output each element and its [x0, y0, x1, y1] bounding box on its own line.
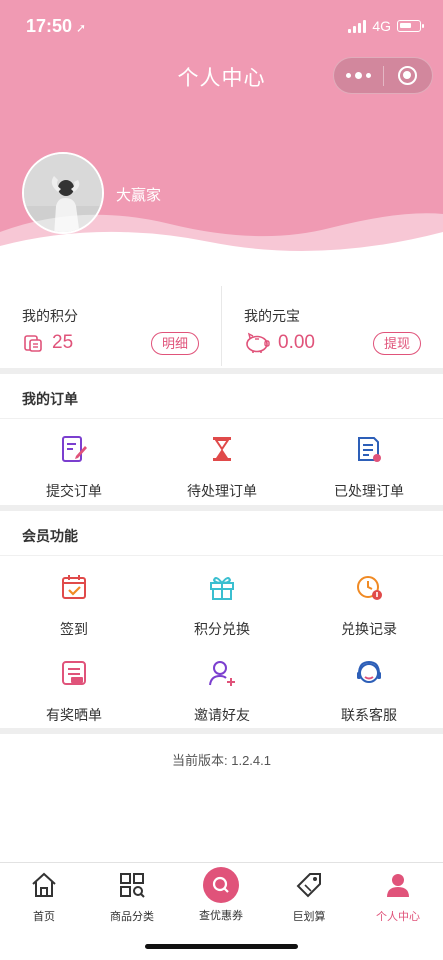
points-label: 我的积分: [22, 308, 78, 324]
close-miniprogram-button[interactable]: [384, 58, 432, 93]
orders-title-divider: [0, 418, 443, 419]
tab-profile[interactable]: 个人中心: [354, 871, 442, 924]
customer-service-icon: [357, 660, 381, 683]
tag-icon: [296, 873, 321, 898]
status-bar: 17:50 ➚ 4G: [0, 0, 443, 50]
assets-row: 我的积分 25 明细 我的元宝 0.00 提现: [0, 284, 443, 368]
category-icon: [120, 873, 145, 898]
section-gap: [0, 368, 443, 374]
points-detail-button[interactable]: 明细: [150, 332, 199, 355]
submit-order-label: 提交订单: [46, 483, 102, 499]
tab-deals-label: 巨划算: [292, 911, 326, 923]
app-version: 当前版本: 1.2.4.1: [172, 753, 271, 768]
yuanbao-value-row: 0.00: [244, 332, 315, 354]
signal-icon: [348, 19, 367, 33]
processed-order-label: 已处理订单: [334, 483, 404, 499]
section-gap: [0, 728, 443, 734]
tab-coupon-label: 查优惠券: [199, 910, 243, 922]
more-menu-button[interactable]: [334, 58, 383, 93]
invite-friend-item[interactable]: 邀请好友: [148, 658, 296, 725]
submit-order-icon: [62, 436, 87, 462]
exchange-record-label: 兑换记录: [341, 621, 397, 637]
yuanbao-card: 我的元宝 0.00 提现: [222, 284, 443, 368]
processed-order-item[interactable]: 已处理订单: [295, 434, 443, 501]
home-indicator: [145, 944, 298, 949]
tab-home-label: 首页: [33, 911, 55, 923]
prize-post-icon: [62, 661, 86, 685]
tab-category-label: 商品分类: [110, 911, 154, 923]
network-label: 4G: [372, 18, 391, 34]
gift-icon: [210, 577, 234, 600]
status-time-text: 17:50: [26, 16, 73, 36]
coupon-search-icon: [203, 867, 239, 903]
tab-profile-label: 个人中心: [376, 911, 420, 923]
profile-icon: [387, 874, 409, 897]
clock-record-icon: [357, 576, 382, 600]
piggy-bank-icon: [246, 332, 270, 353]
prize-post-label: 有奖晒单: [46, 707, 102, 723]
withdraw-button[interactable]: 提现: [372, 332, 421, 355]
exchange-record-item[interactable]: 兑换记录: [295, 572, 443, 639]
points-card: 我的积分 25 明细: [0, 284, 221, 368]
battery-icon: [397, 20, 424, 32]
tab-home[interactable]: 首页: [0, 871, 88, 924]
customer-service-label: 联系客服: [341, 707, 397, 723]
submit-order-item[interactable]: 提交订单: [0, 434, 148, 501]
yuanbao-value: 0.00: [278, 332, 315, 353]
pending-order-item[interactable]: 待处理订单: [148, 434, 296, 501]
home-icon: [32, 872, 56, 897]
location-arrow-icon: ➚: [76, 21, 87, 35]
prize-post-item[interactable]: 有奖晒单: [0, 658, 148, 725]
tab-category[interactable]: 商品分类: [88, 871, 176, 924]
checkin-label: 签到: [60, 621, 88, 637]
pending-order-label: 待处理订单: [187, 483, 257, 499]
points-value: 25: [52, 332, 74, 353]
magnifier-icon: [212, 876, 229, 893]
status-time: 17:50 ➚: [26, 16, 86, 37]
header-wave: [0, 213, 443, 262]
miniprogram-capsule: [333, 57, 433, 94]
profile-header: 17:50 ➚ 4G 个人中心 大赢家: [0, 0, 443, 262]
member-title-divider: [0, 555, 443, 556]
tab-coupon[interactable]: 查优惠券: [177, 867, 265, 923]
invite-friend-icon: [209, 661, 235, 686]
points-value-row: 25: [22, 332, 73, 354]
member-title: 会员功能: [22, 528, 78, 544]
invite-friend-label: 邀请好友: [194, 707, 250, 723]
status-indicators: 4G: [348, 18, 424, 34]
close-target-icon: [398, 66, 418, 85]
orders-title: 我的订单: [22, 391, 78, 407]
points-exchange-label: 积分兑换: [194, 621, 250, 637]
checkin-item[interactable]: 签到: [0, 572, 148, 639]
tab-deals[interactable]: 巨划算: [265, 871, 353, 924]
yuanbao-label: 我的元宝: [244, 308, 300, 324]
points-coins-icon: [24, 335, 42, 352]
section-gap: [0, 505, 443, 511]
customer-service-item[interactable]: 联系客服: [295, 658, 443, 725]
processed-order-icon: [358, 437, 381, 462]
hourglass-icon: [213, 437, 231, 461]
points-exchange-item[interactable]: 积分兑换: [148, 572, 296, 639]
calendar-checkin-icon: [62, 575, 86, 599]
